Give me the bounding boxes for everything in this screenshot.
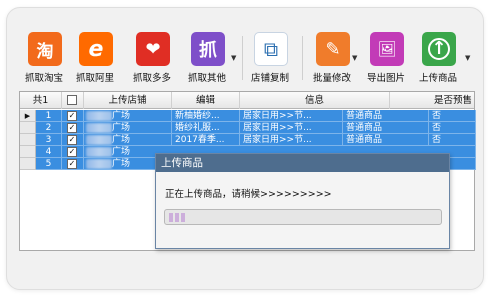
edit-header[interactable]: 编辑 [172,92,240,109]
progress-segment [181,213,185,222]
upload-product-button[interactable]: ↑ 上传商品 [414,30,462,86]
grab-other-dropdown-icon[interactable]: ▼ [231,54,236,62]
grab-icon: 抓 [191,32,225,66]
row-title[interactable]: 新柚婚纱... [172,110,240,122]
grab-alibaba-button[interactable]: e 抓取阿里 [71,30,119,86]
export-image-icon: 🖼 [370,32,404,66]
progress-fill [165,210,187,224]
table-row[interactable]: 3 ✓ 广场 2017春季... 居家日用>>节... 普通商品 否 [20,134,476,146]
progress-segment [175,213,179,222]
row-presale: 否 [429,134,476,146]
grid-header: 共1 上传店铺 编辑 信息 是否预售 [20,92,474,109]
current-row-icon: ▶ [20,110,36,122]
batch-edit-dropdown-icon[interactable]: ▼ [352,54,357,62]
row-select-cell[interactable]: ✓ [62,122,84,134]
upload-progress-bar [164,209,442,225]
copy-store-icon: ⧉ [254,32,288,66]
export-image-button[interactable]: 🖼 导出图片 [362,30,410,86]
row-type: 普通商品 [343,122,429,134]
select-all-checkbox[interactable] [67,95,77,105]
upload-icon: ↑ [422,32,456,66]
row-header-cell [20,134,36,146]
row-index: 1 [36,110,62,122]
redacted-store-name [86,135,112,145]
row-category: 居家日用>>节... [240,122,343,134]
row-checkbox[interactable]: ✓ [67,123,77,133]
grab-other-button[interactable]: 抓 抓取其他 [183,30,231,86]
row-select-cell[interactable]: ✓ [62,158,84,170]
row-checkbox[interactable]: ✓ [67,159,77,169]
select-all-header[interactable] [62,92,84,109]
taobao-icon: 淘 [28,32,62,66]
row-select-cell[interactable]: ✓ [62,146,84,158]
row-select-cell[interactable]: ✓ [62,110,84,122]
toolbar: 淘 抓取淘宝 e 抓取阿里 ❤ 抓取多多 抓 抓取其他 ▼ ⧉ 店铺复制 ✎ 批… [20,30,480,86]
table-row[interactable]: ▶ 1 ✓ 广场 新柚婚纱... 居家日用>>节... 普通商品 否 [20,110,476,122]
presale-header[interactable]: 是否预售 [390,92,476,109]
row-store: 广场 [84,122,172,134]
redacted-store-name [86,147,112,157]
row-header-cell [20,158,36,170]
row-store: 广场 [84,134,172,146]
upload-progress-dialog: 上传商品 正在上传商品，请稍候>>>>>>>>> [155,153,450,249]
copy-store-label: 店铺复制 [250,73,289,84]
row-index: 5 [36,158,62,170]
row-title[interactable]: 2017春季... [172,134,240,146]
redacted-store-name [86,123,112,133]
upload-product-label: 上传商品 [418,73,457,84]
row-title[interactable]: 婚纱礼服... [172,122,240,134]
row-category: 居家日用>>节... [240,110,343,122]
grab-other-label: 抓取其他 [187,73,226,84]
row-type: 普通商品 [343,134,429,146]
pinduoduo-icon: ❤ [136,32,170,66]
batch-edit-icon: ✎ [316,32,350,66]
row-type: 普通商品 [343,110,429,122]
row-presale: 否 [429,110,476,122]
row-store: 广场 [84,110,172,122]
alibaba-icon: e [79,32,113,66]
batch-edit-button[interactable]: ✎ 批量修改 [308,30,356,86]
grab-alibaba-label: 抓取阿里 [75,73,114,84]
table-row[interactable]: 2 ✓ 广场 婚纱礼服... 居家日用>>节... 普通商品 否 [20,122,476,134]
count-header: 共1 [20,92,62,109]
row-index: 4 [36,146,62,158]
info-header[interactable]: 信息 [240,92,390,109]
row-category: 居家日用>>节... [240,134,343,146]
batch-edit-label: 批量修改 [312,73,351,84]
grab-pinduoduo-button[interactable]: ❤ 抓取多多 [128,30,176,86]
dialog-title[interactable]: 上传商品 [156,154,449,172]
redacted-store-name [86,159,112,169]
upload-dropdown-icon[interactable]: ▼ [465,54,470,62]
grab-taobao-button[interactable]: 淘 抓取淘宝 [20,30,68,86]
redacted-store-name [86,111,112,121]
row-select-cell[interactable]: ✓ [62,134,84,146]
progress-segment [169,213,173,222]
row-index: 2 [36,122,62,134]
row-header-cell [20,146,36,158]
copy-store-button[interactable]: ⧉ 店铺复制 [246,30,294,86]
row-presale: 否 [429,122,476,134]
grab-pinduoduo-label: 抓取多多 [132,73,171,84]
store-header[interactable]: 上传店铺 [84,92,172,109]
row-index: 3 [36,134,62,146]
export-image-label: 导出图片 [366,73,405,84]
row-header-cell [20,122,36,134]
dialog-message: 正在上传商品，请稍候>>>>>>>>> [165,189,332,200]
row-checkbox[interactable]: ✓ [67,111,77,121]
row-checkbox[interactable]: ✓ [67,135,77,145]
row-checkbox[interactable]: ✓ [67,147,77,157]
